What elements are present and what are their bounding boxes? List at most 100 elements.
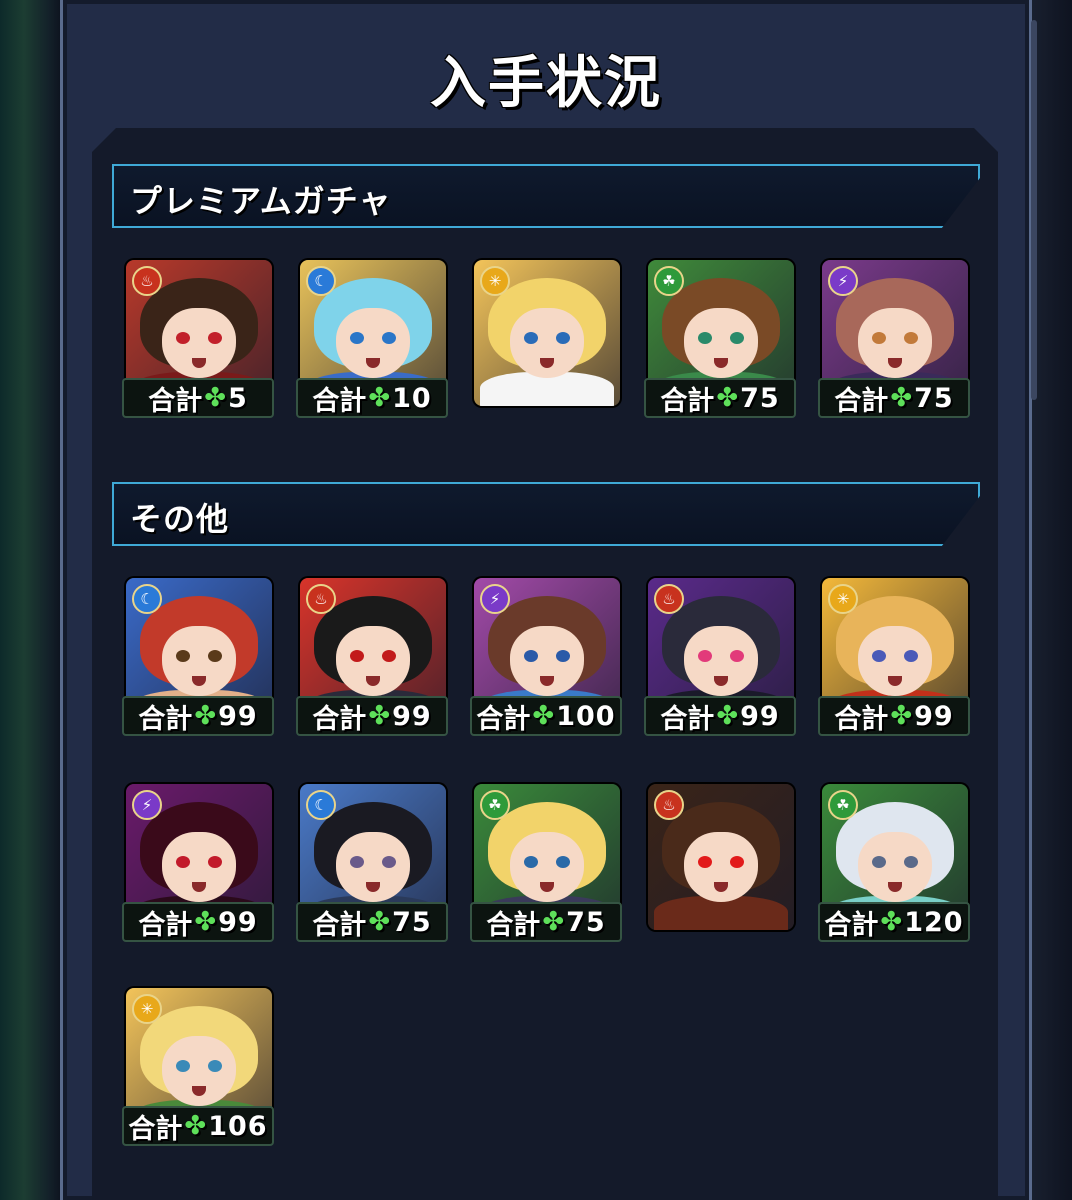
character-portrait: ♨ (648, 784, 794, 930)
light-element-icon: ✳ (828, 584, 858, 614)
portrait-eye (208, 332, 222, 344)
clover-icon: ✤ (880, 907, 903, 937)
total-value: 100 (556, 700, 616, 732)
clover-icon: ✤ (368, 701, 391, 731)
total-label: 合計 (476, 703, 531, 735)
total-label: 合計 (312, 385, 367, 417)
portrait-eye (350, 856, 364, 868)
total-count-badge: 合計 ✤ 5 (122, 378, 274, 418)
total-count-badge: 合計 ✤ 99 (296, 696, 448, 736)
wood-element-icon: ☘ (654, 266, 684, 296)
total-value: 75 (740, 382, 780, 414)
portrait-eye (730, 332, 744, 344)
portrait-eye (904, 856, 918, 868)
total-label: 合計 (660, 385, 715, 417)
dark-element-icon: ⚡ (480, 584, 510, 614)
character-card[interactable]: ☾ 合計 ✤ 75 (296, 784, 448, 942)
clover-icon: ✤ (890, 383, 913, 413)
total-value: 75 (566, 906, 606, 938)
character-card[interactable]: ♨ 合計 ✤ 99 (644, 578, 796, 736)
total-value: 99 (914, 700, 954, 732)
portrait-eye (382, 332, 396, 344)
portrait-eye (698, 650, 712, 662)
character-card[interactable]: ♨ 合計 ✤ 99 (296, 578, 448, 736)
clover-icon: ✤ (194, 701, 217, 731)
section-label: その他 (130, 500, 230, 538)
character-card[interactable]: ☘ 合計 ✤ 75 (644, 260, 796, 418)
total-value: 10 (392, 382, 432, 414)
character-portrait: ✳ (474, 260, 620, 406)
character-card[interactable]: ♨ (644, 784, 796, 942)
clover-icon: ✤ (194, 907, 217, 937)
fire-element-icon: ♨ (654, 790, 684, 820)
portrait-eye (524, 650, 538, 662)
total-value: 99 (218, 700, 258, 732)
total-count-badge: 合計 ✤ 120 (818, 902, 970, 942)
character-card[interactable]: ✳ 合計 ✤ 106 (122, 988, 274, 1146)
clover-icon: ✤ (204, 383, 226, 413)
total-count-badge: 合計 ✤ 99 (122, 902, 274, 942)
total-label: 合計 (486, 909, 541, 941)
portrait-eye (872, 650, 886, 662)
total-value: 75 (392, 906, 432, 938)
total-count-badge: 合計 ✤ 100 (470, 696, 622, 736)
portrait-eye (382, 650, 396, 662)
section-label: プレミアムガチャ (130, 182, 392, 220)
total-label: 合計 (824, 909, 879, 941)
page-title: 入手状況 (430, 51, 662, 116)
character-card[interactable]: ✳ 合計 ✤ 99 (818, 578, 970, 736)
portrait-eye (524, 856, 538, 868)
total-label: 合計 (834, 703, 889, 735)
clover-icon: ✤ (368, 383, 391, 413)
light-element-icon: ✳ (132, 994, 162, 1024)
fire-element-icon: ♨ (132, 266, 162, 296)
character-card[interactable]: ♨ 合計 ✤ 5 (122, 260, 274, 418)
portrait-eye (698, 856, 712, 868)
water-element-icon: ☾ (306, 266, 336, 296)
portrait-eye (176, 856, 190, 868)
total-value: 99 (218, 906, 258, 938)
character-card[interactable]: ☘ 合計 ✤ 120 (818, 784, 970, 942)
character-card[interactable]: ✳ (470, 260, 622, 418)
total-value: 99 (392, 700, 432, 732)
total-count-badge: 合計 ✤ 99 (122, 696, 274, 736)
total-label: 合計 (138, 703, 193, 735)
portrait-eye (872, 332, 886, 344)
portrait-eye (208, 650, 222, 662)
fire-element-icon: ♨ (654, 584, 684, 614)
portrait-eye (208, 1060, 222, 1072)
character-card[interactable]: ⚡ 合計 ✤ 100 (470, 578, 622, 736)
light-element-icon: ✳ (480, 266, 510, 296)
portrait-eye (176, 1060, 190, 1072)
total-count-badge: 合計 ✤ 99 (644, 696, 796, 736)
total-count-badge: 合計 ✤ 75 (644, 378, 796, 418)
portrait-eye (350, 650, 364, 662)
clover-icon: ✤ (184, 1111, 207, 1141)
total-label: 合計 (834, 385, 889, 417)
character-card[interactable]: ⚡ 合計 ✤ 99 (122, 784, 274, 942)
total-label: 合計 (128, 1113, 183, 1145)
portrait-eye (350, 332, 364, 344)
total-count-badge: 合計 ✤ 75 (296, 902, 448, 942)
portrait-eye (872, 856, 886, 868)
portrait-eye (556, 856, 570, 868)
portrait-eye (524, 332, 538, 344)
section-header-premium-gacha: プレミアムガチャ (112, 164, 980, 228)
portrait-eye (556, 332, 570, 344)
total-value: 75 (914, 382, 954, 414)
clover-icon: ✤ (368, 907, 391, 937)
character-card[interactable]: ☘ 合計 ✤ 75 (470, 784, 622, 942)
total-count-badge: 合計 ✤ 99 (818, 696, 970, 736)
total-label: 合計 (660, 703, 715, 735)
clover-icon: ✤ (532, 701, 555, 731)
character-card[interactable]: ☾ 合計 ✤ 10 (296, 260, 448, 418)
portrait-eye (730, 856, 744, 868)
portrait-eye (176, 650, 190, 662)
character-card[interactable]: ⚡ 合計 ✤ 75 (818, 260, 970, 418)
character-card[interactable]: ☾ 合計 ✤ 99 (122, 578, 274, 736)
clover-icon: ✤ (716, 701, 739, 731)
dark-element-icon: ⚡ (132, 790, 162, 820)
scrollbar-thumb[interactable] (1031, 20, 1037, 400)
total-label: 合計 (148, 385, 203, 417)
water-element-icon: ☾ (132, 584, 162, 614)
